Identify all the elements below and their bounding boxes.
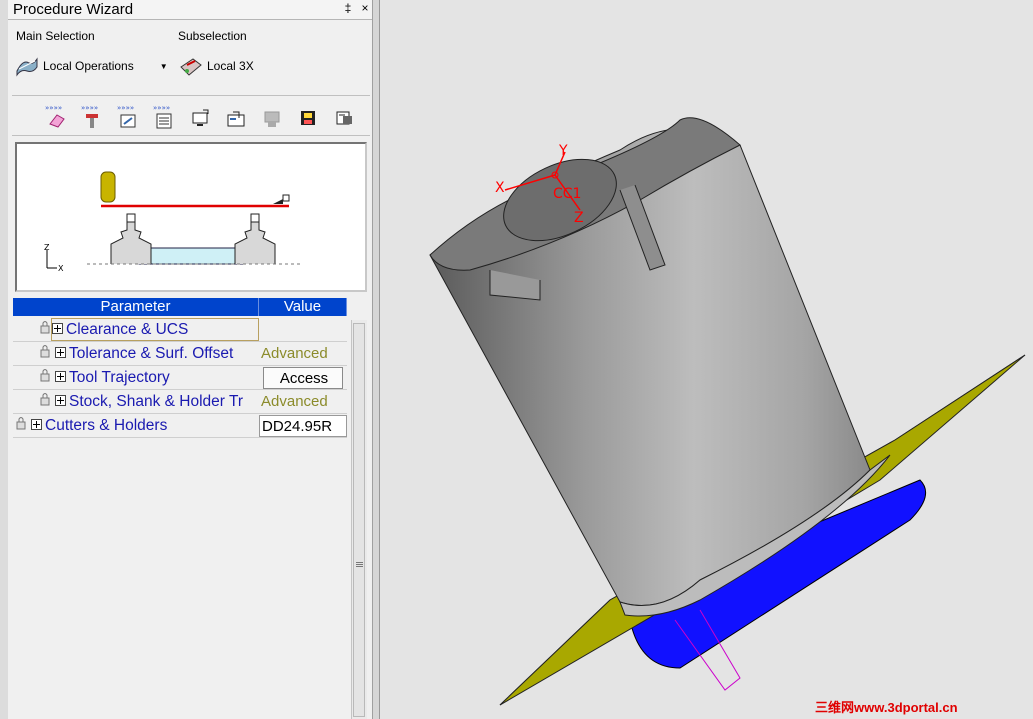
access-button[interactable]: Access [263, 367, 343, 389]
splitter[interactable] [373, 0, 380, 719]
scrollbar-thumb[interactable] [353, 323, 365, 717]
expand-icon[interactable] [55, 395, 66, 407]
table-row[interactable]: Cutters & Holders DD24.95R [13, 414, 347, 438]
close-icon[interactable]: × [358, 1, 372, 15]
row-name: Clearance & UCS [66, 321, 189, 338]
main-selection-label: Main Selection [16, 29, 95, 43]
preview-axis-x: X [58, 264, 64, 273]
wizard-toolbar: »»»» »»»» »»»» »»»» [43, 104, 368, 132]
next-list-icon[interactable]: »»»» [151, 104, 177, 130]
row-label[interactable]: Stock, Shank & Holder Tr [55, 390, 259, 413]
table-row[interactable]: Clearance & UCS [13, 318, 347, 342]
main-selection-dropdown[interactable]: Local Operations ▼ [15, 55, 168, 77]
table-row[interactable]: Tool Trajectory Access [13, 366, 347, 390]
local-3x-icon [180, 58, 202, 76]
subselection-label: Subselection [178, 29, 247, 43]
gridline [13, 437, 347, 438]
next-tool-icon[interactable]: »»»» [79, 104, 105, 130]
row-value[interactable]: Advanced [259, 391, 347, 413]
main-selection-value: Local Operations [43, 59, 134, 73]
axis-label-cc1: CC1 [553, 186, 581, 202]
svg-text:»»»»: »»»» [81, 104, 98, 112]
expand-icon[interactable] [55, 371, 66, 383]
table-row[interactable]: Tolerance & Surf. Offset Advanced [13, 342, 347, 366]
axis-label-z: Z [574, 210, 584, 226]
lock-icon [39, 368, 51, 385]
lock-icon [39, 392, 51, 409]
axis-label-y: Y [558, 143, 568, 159]
machine-icon[interactable] [331, 104, 357, 130]
preview-diagram: Z X [44, 171, 303, 273]
3d-viewport[interactable]: Y X CC1 Z [380, 0, 1033, 719]
divider [12, 135, 370, 136]
svg-text:»»»»: »»»» [153, 104, 170, 112]
row-name: Stock, Shank & Holder Tr [69, 393, 244, 410]
header-parameter[interactable]: Parameter [13, 298, 259, 316]
pin-icon[interactable]: ‡ [341, 1, 355, 15]
row-name: Tolerance & Surf. Offset [69, 345, 234, 362]
axis-label-x: X [495, 180, 505, 196]
subselection-dropdown[interactable]: Local 3X [179, 55, 254, 77]
svg-text:»»»»: »»»» [45, 104, 62, 112]
row-label[interactable]: Tolerance & Surf. Offset [55, 342, 259, 365]
row-value[interactable]: Advanced [259, 343, 347, 365]
left-dock-strip [0, 0, 8, 719]
row-label[interactable]: Tool Trajectory [55, 366, 259, 389]
transfer-icon[interactable] [223, 104, 249, 130]
lock-icon [15, 416, 27, 433]
row-label[interactable]: Clearance & UCS [51, 318, 259, 341]
expand-icon[interactable] [55, 347, 66, 359]
next-eraser-icon[interactable]: »»»» [43, 104, 69, 130]
save-icon[interactable] [295, 104, 321, 130]
vertical-scrollbar[interactable] [351, 320, 367, 719]
divider [12, 95, 370, 96]
procedure-wizard-panel: Procedure Wizard ‡ × Main Selection Subs… [8, 0, 373, 719]
expand-icon[interactable] [31, 419, 42, 431]
next-wizard-icon[interactable]: »»»» [115, 104, 141, 130]
panel-title-bar: Procedure Wizard ‡ × [8, 0, 372, 20]
row-value[interactable] [259, 319, 347, 341]
svg-text:»»»»: »»»» [117, 104, 134, 112]
disabled-icon [259, 104, 285, 130]
header-value[interactable]: Value [259, 298, 347, 316]
watermark: 三维网www.3dportal.cn [815, 700, 958, 715]
expand-icon[interactable] [52, 323, 63, 335]
subselection-value: Local 3X [207, 59, 254, 73]
lock-icon [39, 344, 51, 361]
lock-icon [39, 320, 51, 337]
dropdown-arrow-icon[interactable]: ▼ [160, 62, 168, 71]
row-label[interactable]: Cutters & Holders [31, 414, 259, 437]
operation-preview: Z X [15, 142, 367, 292]
local-operations-icon [16, 57, 38, 77]
table-row[interactable]: Stock, Shank & Holder Tr Advanced [13, 390, 347, 414]
panel-title: Procedure Wizard [13, 1, 134, 18]
grip-icon [356, 562, 363, 563]
monitor-icon[interactable] [187, 104, 213, 130]
row-name: Cutters & Holders [45, 417, 168, 434]
row-name: Tool Trajectory [69, 369, 170, 386]
preview-axis-z: Z [44, 243, 50, 252]
row-value[interactable]: DD24.95R [259, 415, 347, 437]
